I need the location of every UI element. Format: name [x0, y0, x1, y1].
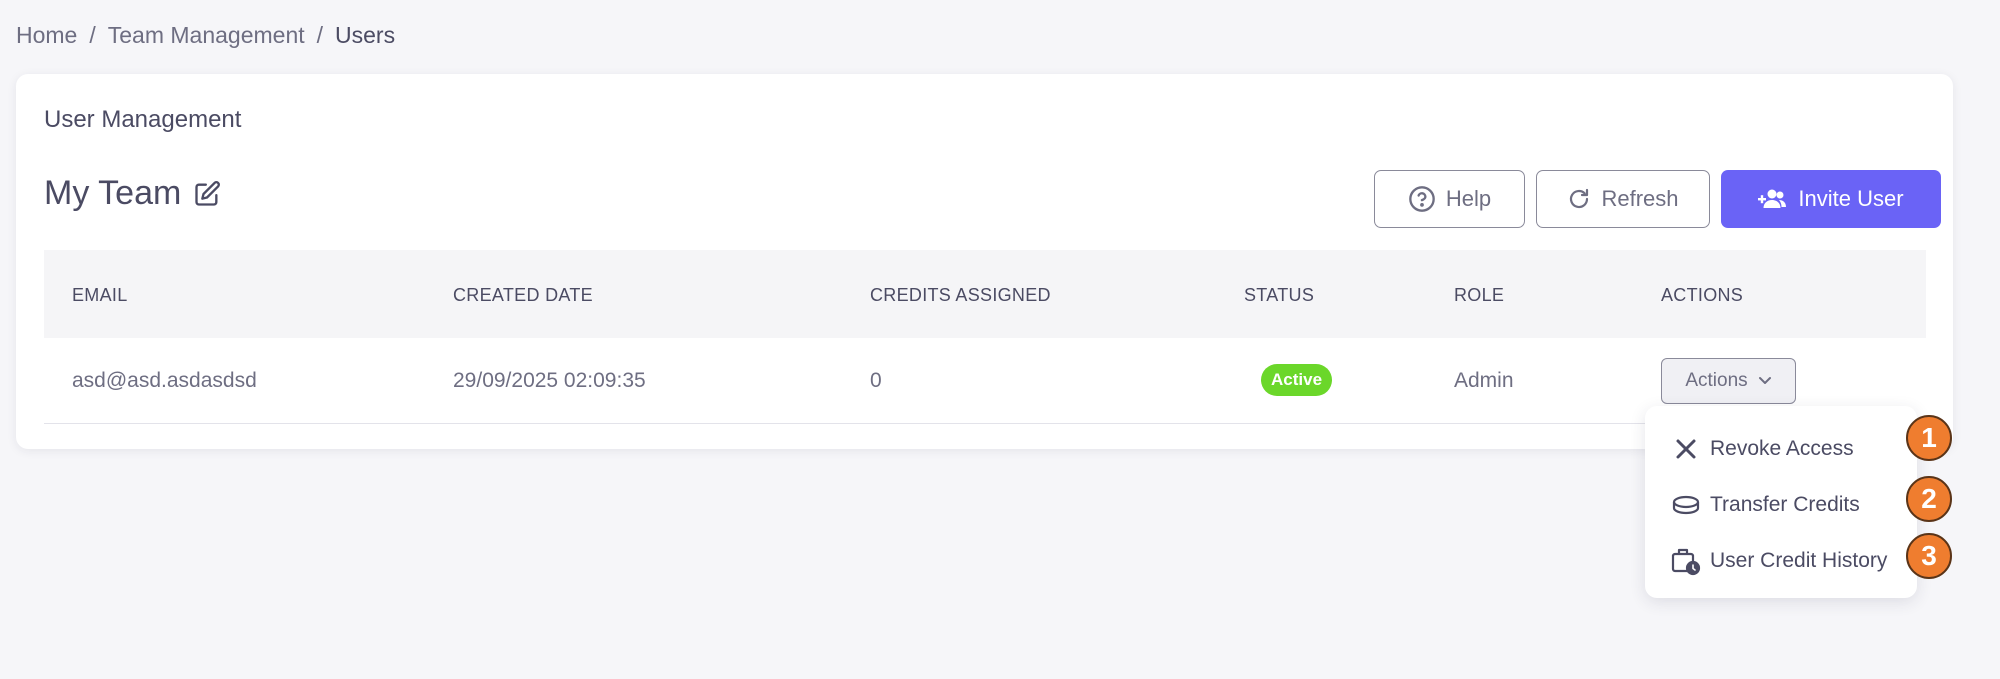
- menu-item-user-credit-history[interactable]: User Credit History: [1645, 536, 1917, 586]
- menu-item-label: Revoke Access: [1710, 437, 1854, 460]
- help-icon: [1409, 186, 1435, 212]
- refresh-button[interactable]: Refresh: [1536, 170, 1710, 228]
- step-marker-1: 1: [1906, 415, 1952, 461]
- chevron-down-icon: [1758, 377, 1771, 384]
- card-title: User Management: [44, 106, 242, 133]
- user-plus-icon: [1758, 189, 1787, 208]
- menu-item-label: User Credit History: [1710, 549, 1888, 572]
- step-marker-2: 2: [1906, 476, 1952, 522]
- briefcase-clock-icon: [1671, 546, 1701, 576]
- column-header-status: STATUS: [1244, 285, 1315, 305]
- actions-label: Actions: [1685, 370, 1748, 391]
- column-header-actions: ACTIONS: [1661, 285, 1744, 305]
- invite-user-button[interactable]: Invite User: [1721, 170, 1941, 228]
- breadcrumb-separator: /: [89, 22, 96, 48]
- actions-dropdown-button[interactable]: Actions: [1661, 358, 1796, 404]
- invite-user-label: Invite User: [1798, 186, 1904, 211]
- menu-item-revoke-access[interactable]: Revoke Access: [1645, 424, 1917, 474]
- team-name: My Team: [44, 174, 182, 212]
- help-label: Help: [1445, 186, 1492, 211]
- user-management-card: User Management My Team Help Refresh Inv…: [16, 74, 1953, 449]
- menu-item-label: Transfer Credits: [1710, 493, 1860, 516]
- breadcrumb-separator: /: [316, 22, 324, 48]
- breadcrumb-home[interactable]: Home: [16, 22, 77, 49]
- table-row: asd@asd.asdasdsd 29/09/2025 02:09:35 0 A…: [44, 338, 1926, 424]
- breadcrumb-team-management[interactable]: Team Management: [108, 22, 305, 49]
- breadcrumb-users: Users: [335, 22, 396, 48]
- column-header-credits-assigned: CREDITS ASSIGNED: [870, 285, 1051, 305]
- edit-icon[interactable]: [193, 180, 221, 208]
- breadcrumb: Home / Team Management / Users: [16, 22, 395, 49]
- team-title: My Team: [44, 174, 221, 213]
- column-header-email: EMAIL: [72, 285, 128, 305]
- refresh-icon: [1570, 188, 1589, 209]
- table-header: EMAIL CREATED DATE CREDITS ASSIGNED STAT…: [44, 250, 1926, 338]
- column-header-role: ROLE: [1454, 285, 1505, 305]
- refresh-label: Refresh: [1601, 186, 1679, 211]
- step-marker-3: 3: [1906, 533, 1952, 579]
- cell-role: Admin: [1454, 369, 1514, 392]
- column-header-created-date: CREATED DATE: [453, 285, 593, 305]
- cell-created-date: 29/09/2025 02:09:35: [453, 369, 646, 392]
- actions-menu: Revoke Access Transfer Credits User Cred…: [1645, 406, 1917, 598]
- help-button[interactable]: Help: [1374, 170, 1525, 228]
- coins-icon: [1671, 490, 1701, 520]
- status-badge: Active: [1261, 364, 1333, 396]
- menu-item-transfer-credits[interactable]: Transfer Credits: [1645, 480, 1917, 530]
- cell-email: asd@asd.asdasdsd: [72, 369, 257, 392]
- cell-credits-assigned: 0: [870, 369, 882, 392]
- close-icon: [1671, 434, 1701, 464]
